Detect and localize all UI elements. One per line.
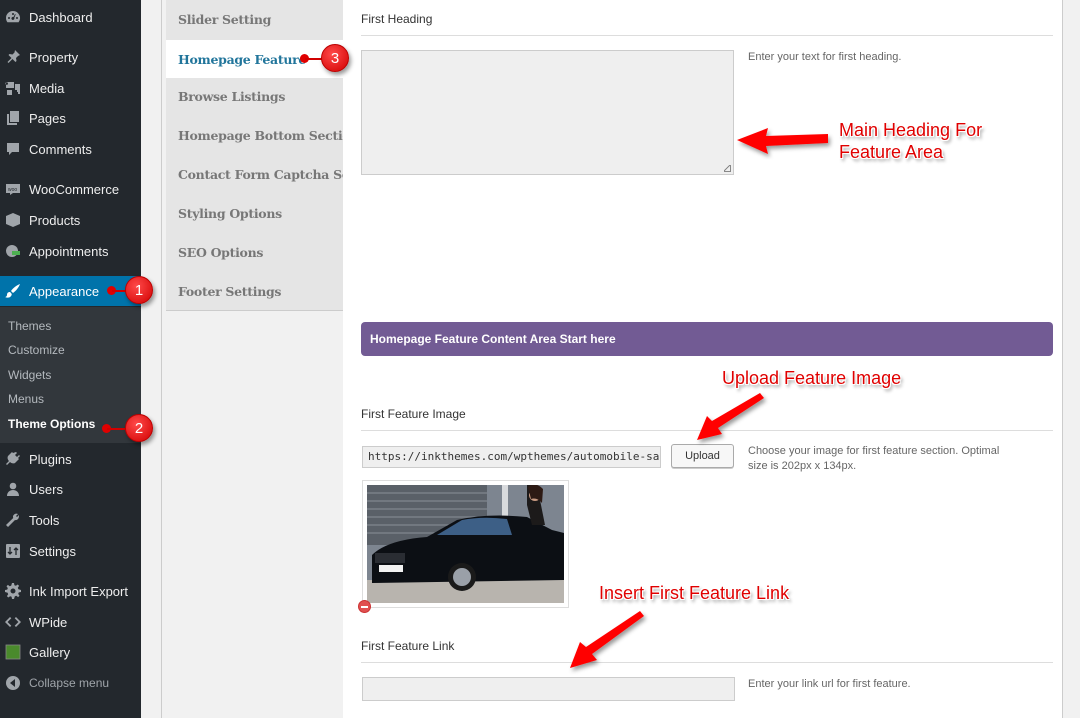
- divider: [361, 35, 1053, 36]
- tab-homepage-bottom-section[interactable]: Homepage Bottom Section: [166, 116, 360, 154]
- collapse-arrow-icon: [5, 675, 21, 691]
- sidebar-item-label: Ink Import Export: [29, 583, 128, 599]
- feature-link-input[interactable]: [362, 677, 735, 701]
- first-heading-label: First Heading: [361, 12, 433, 26]
- sidebar-item-label: Appointments: [29, 243, 109, 259]
- step-badge-1: 1: [125, 276, 153, 304]
- sidebar-item-users[interactable]: Users: [0, 474, 141, 504]
- feature-image-preview: [362, 480, 569, 608]
- sidebar-item-label: Plugins: [29, 451, 72, 467]
- tab-slider-setting[interactable]: Slider Setting: [166, 0, 343, 38]
- woocommerce-icon: woo: [5, 181, 21, 197]
- pages-icon: [5, 110, 21, 126]
- car-photo: [367, 485, 564, 603]
- sidebar-item-wpide[interactable]: WPide: [0, 607, 141, 637]
- tab-styling-options[interactable]: Styling Options: [166, 194, 343, 232]
- svg-text:woo: woo: [8, 187, 17, 193]
- submenu-item-theme-options[interactable]: Theme Options: [8, 417, 95, 431]
- sidebar-item-label: Property: [29, 49, 79, 65]
- wrench-icon: [5, 512, 21, 528]
- sidebar-item-property[interactable]: Property: [0, 42, 141, 72]
- appearance-submenu: Themes Customize Widgets Menus Theme Opt…: [0, 307, 141, 443]
- media-icon: [5, 80, 21, 96]
- sidebar-item-appointments[interactable]: Appointments: [0, 236, 141, 266]
- sidebar-item-label: Users: [29, 481, 63, 497]
- annotation-upload-image: Upload Feature Image: [722, 368, 902, 388]
- comments-icon: [5, 141, 21, 157]
- first-feature-link-label: First Feature Link: [361, 639, 455, 653]
- sidebar-item-pages[interactable]: Pages: [0, 103, 141, 133]
- tab-seo-options[interactable]: SEO Options: [166, 233, 343, 271]
- sidebar-item-dashboard[interactable]: Dashboard: [0, 2, 141, 32]
- sidebar-item-label: WooCommerce: [29, 181, 120, 197]
- sidebar-item-label: Gallery: [29, 644, 71, 660]
- gallery-icon: [5, 644, 21, 660]
- sidebar-item-label: Dashboard: [29, 9, 93, 25]
- user-icon: [5, 481, 21, 497]
- sidebar-item-label: Appearance: [29, 283, 100, 299]
- sidebar-item-settings[interactable]: Settings: [0, 536, 141, 566]
- sidebar-item-comments[interactable]: Comments: [0, 134, 141, 164]
- first-heading-description: Enter your text for first heading.: [748, 51, 902, 63]
- admin-sidebar: Dashboard Property Media Pages Comments …: [0, 0, 141, 718]
- annotation-main-heading-line2: Feature Area: [839, 142, 944, 162]
- annotation-main-heading-line1: Main Heading For: [839, 120, 983, 140]
- pin-icon: [5, 49, 21, 65]
- sidebar-item-woocommerce[interactable]: woo WooCommerce: [0, 174, 141, 204]
- paintbrush-icon: [5, 283, 21, 299]
- collapse-menu-label: Collapse menu: [29, 676, 110, 690]
- theme-options-tabs: Slider Setting Homepage Feature Browse L…: [161, 0, 384, 718]
- sidebar-item-label: Tools: [29, 512, 60, 528]
- remove-image-icon[interactable]: [358, 600, 371, 613]
- sidebar-item-plugins[interactable]: Plugins: [0, 444, 141, 474]
- sidebar-item-ink-import-export[interactable]: Ink Import Export: [0, 576, 141, 606]
- gear-icon: [5, 583, 21, 599]
- collapse-menu-button[interactable]: Collapse menu: [0, 668, 141, 698]
- upload-button[interactable]: Upload: [671, 444, 734, 468]
- appointments-icon: [5, 243, 21, 259]
- submenu-item-widgets[interactable]: Widgets: [8, 368, 51, 382]
- tab-contact-form-captcha-section[interactable]: Contact Form Captcha Section: [166, 155, 384, 193]
- submenu-item-themes[interactable]: Themes: [8, 319, 51, 333]
- plugin-icon: [5, 451, 21, 467]
- first-feature-image-description: Choose your image for first feature sect…: [748, 445, 1000, 472]
- sidebar-item-label: Settings: [29, 543, 76, 559]
- annotation-feature-link: Insert First Feature Link: [599, 583, 790, 603]
- sidebar-item-tools[interactable]: Tools: [0, 505, 141, 535]
- submenu-item-customize[interactable]: Customize: [8, 343, 65, 357]
- section-banner: Homepage Feature Content Area Start here: [361, 322, 1053, 356]
- divider: [361, 430, 1053, 431]
- submenu-item-menus[interactable]: Menus: [8, 392, 44, 406]
- code-icon: [5, 614, 21, 630]
- divider: [361, 662, 1053, 663]
- options-content-panel: First Heading Enter your text for first …: [343, 0, 1063, 718]
- sidebar-item-label: WPide: [29, 614, 68, 630]
- sidebar-item-label: Pages: [29, 110, 66, 126]
- resize-handle[interactable]: [724, 165, 731, 172]
- box-icon: [5, 212, 21, 228]
- sidebar-item-label: Media: [29, 80, 65, 96]
- sidebar-item-label: Comments: [29, 141, 92, 157]
- sidebar-item-products[interactable]: Products: [0, 205, 141, 235]
- tab-footer-settings[interactable]: Footer Settings: [166, 272, 343, 310]
- step-badge-3: 3: [321, 44, 349, 72]
- sidebar-item-media[interactable]: Media: [0, 73, 141, 103]
- feature-image-url-input[interactable]: https://inkthemes.com/wpthemes/automobil…: [362, 446, 661, 468]
- sidebar-item-gallery[interactable]: Gallery: [0, 637, 141, 667]
- first-heading-textarea[interactable]: [361, 50, 734, 175]
- first-feature-image-label: First Feature Image: [361, 407, 466, 421]
- sidebar-item-label: Products: [29, 212, 81, 228]
- step-badge-2: 2: [125, 414, 153, 442]
- settings-icon: [5, 543, 21, 559]
- first-feature-link-description: Enter your link url for first feature.: [748, 678, 911, 690]
- tab-browse-listings[interactable]: Browse Listings: [166, 77, 343, 115]
- dashboard-icon: [5, 9, 21, 25]
